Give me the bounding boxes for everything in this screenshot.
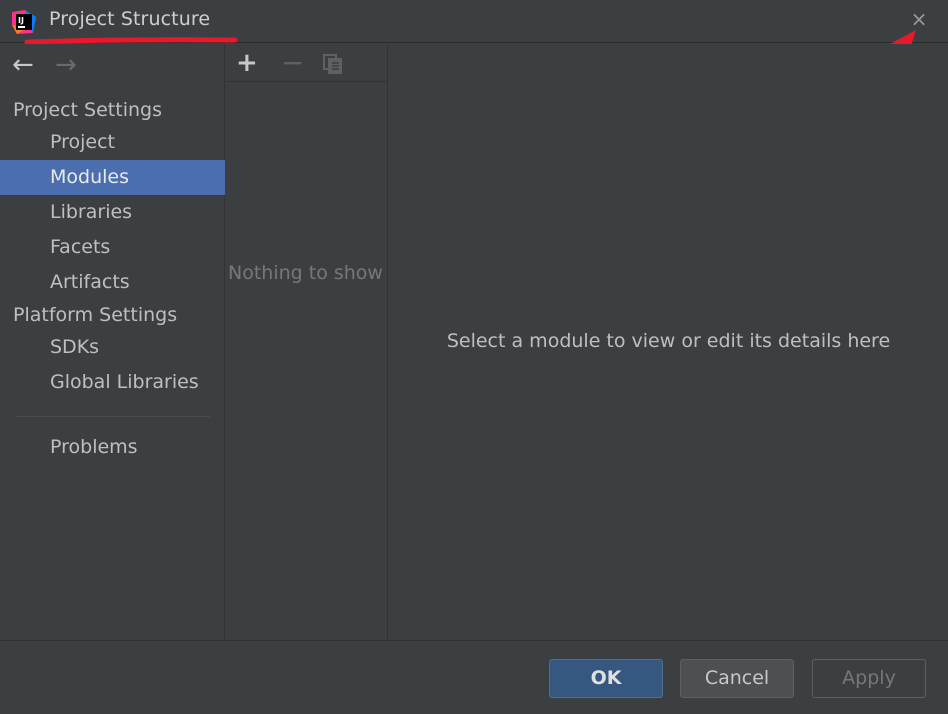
sidebar-item-project[interactable]: Project xyxy=(0,125,225,160)
empty-state-text: Nothing to show xyxy=(228,262,383,284)
close-icon[interactable]: × xyxy=(908,8,930,30)
intellij-logo-icon: IJ xyxy=(12,10,36,34)
module-list-panel: + − Nothing to show xyxy=(226,44,388,640)
sidebar-item-libraries[interactable]: Libraries xyxy=(0,195,225,230)
back-arrow-icon[interactable]: ← xyxy=(12,50,34,80)
navigation-arrows: ← → xyxy=(0,44,225,84)
sidebar-item-facets[interactable]: Facets xyxy=(0,230,225,265)
platform-settings-heading: Platform Settings xyxy=(13,304,178,326)
sidebar-divider xyxy=(15,416,210,417)
cancel-button[interactable]: Cancel xyxy=(680,659,794,698)
dialog-button-bar: OK Cancel Apply xyxy=(0,640,948,714)
sidebar-item-sdks[interactable]: SDKs xyxy=(0,330,225,365)
module-toolbar: + − xyxy=(226,44,388,82)
details-panel: Select a module to view or edit its deta… xyxy=(389,44,948,640)
sidebar: ← → Project Settings Project Modules Lib… xyxy=(0,44,225,640)
svg-text:IJ: IJ xyxy=(18,16,24,25)
apply-button[interactable]: Apply xyxy=(812,659,926,698)
window-title: Project Structure xyxy=(49,8,211,30)
ok-button[interactable]: OK xyxy=(549,659,663,698)
sidebar-item-problems[interactable]: Problems xyxy=(0,430,225,465)
sidebar-item-global-libraries[interactable]: Global Libraries xyxy=(0,365,225,400)
sidebar-item-artifacts[interactable]: Artifacts xyxy=(0,265,225,300)
forward-arrow-icon[interactable]: → xyxy=(55,50,77,80)
title-bar: IJ Project Structure × xyxy=(0,0,948,45)
project-settings-heading: Project Settings xyxy=(13,99,162,121)
remove-icon[interactable]: − xyxy=(281,46,304,79)
sidebar-item-modules[interactable]: Modules xyxy=(0,160,225,195)
details-hint-text: Select a module to view or edit its deta… xyxy=(446,330,891,352)
add-icon[interactable]: + xyxy=(236,48,258,78)
copy-icon[interactable] xyxy=(322,53,344,75)
